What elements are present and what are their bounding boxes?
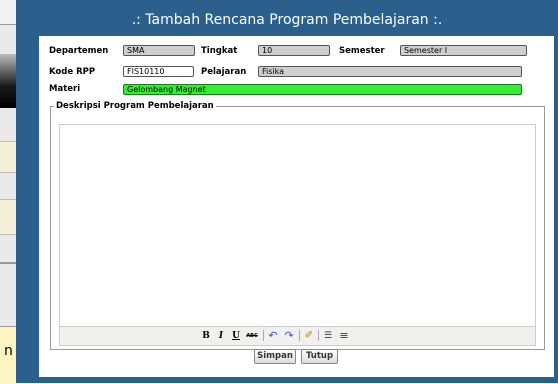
dialog-window: .: Tambah Rencana Program Pembelajaran :… (16, 0, 558, 383)
tutup-button[interactable]: Tutup (301, 349, 338, 364)
italic-icon[interactable]: I (215, 330, 227, 342)
kode-rpp-label: Kode RPP (49, 67, 96, 77)
tingkat-field[interactable]: 10 (258, 45, 330, 56)
form-panel: Departemen SMA Tingkat 10 Semester Semes… (39, 36, 554, 377)
bullet-list-icon[interactable]: ☰ (322, 330, 334, 342)
editor-toolbar: B I U ABC ↶ ↷ ✐ ☰ ≡ (60, 326, 535, 345)
toolbar-separator (263, 330, 264, 341)
background-page-strip: n (0, 0, 16, 384)
background-dark-block (0, 54, 16, 108)
pelajaran-field[interactable]: Fisika (258, 66, 522, 77)
deskripsi-text[interactable] (64, 129, 531, 319)
deskripsi-legend: Deskripsi Program Pembelajaran (54, 101, 216, 111)
departemen-label: Departemen (49, 46, 109, 56)
background-divider (0, 262, 16, 264)
kode-rpp-input[interactable]: FIS10110 (123, 66, 194, 77)
toolbar-separator (299, 330, 300, 341)
cleanup-icon[interactable]: ✐ (303, 330, 315, 342)
strikethrough-icon[interactable]: ABC (245, 330, 259, 342)
dialog-title: .: Tambah Rencana Program Pembelajaran :… (131, 12, 443, 28)
background-menu-item (0, 199, 16, 235)
simpan-button[interactable]: Simpan (254, 349, 296, 364)
bold-icon[interactable]: B (200, 330, 212, 342)
underline-icon[interactable]: U (230, 330, 242, 342)
materi-label: Materi (49, 84, 81, 94)
toolbar-separator (318, 330, 319, 341)
materi-input[interactable]: Gelombang Magnet (123, 84, 522, 95)
tingkat-label: Tingkat (201, 46, 238, 56)
background-menu-item (0, 141, 16, 173)
semester-label: Semester (339, 46, 385, 56)
redo-icon[interactable]: ↷ (283, 330, 295, 342)
background-bar (0, 0, 16, 25)
departemen-field[interactable]: SMA (123, 45, 195, 56)
background-partial-text: n (4, 343, 13, 359)
semester-field[interactable]: Semester I (400, 45, 527, 56)
deskripsi-fieldset: Deskripsi Program Pembelajaran B I U ABC… (50, 101, 545, 350)
deskripsi-editor[interactable]: B I U ABC ↶ ↷ ✐ ☰ ≡ (59, 124, 536, 346)
pelajaran-label: Pelajaran (201, 67, 247, 77)
numbered-list-icon[interactable]: ≡ (338, 330, 350, 342)
undo-icon[interactable]: ↶ (267, 330, 279, 342)
